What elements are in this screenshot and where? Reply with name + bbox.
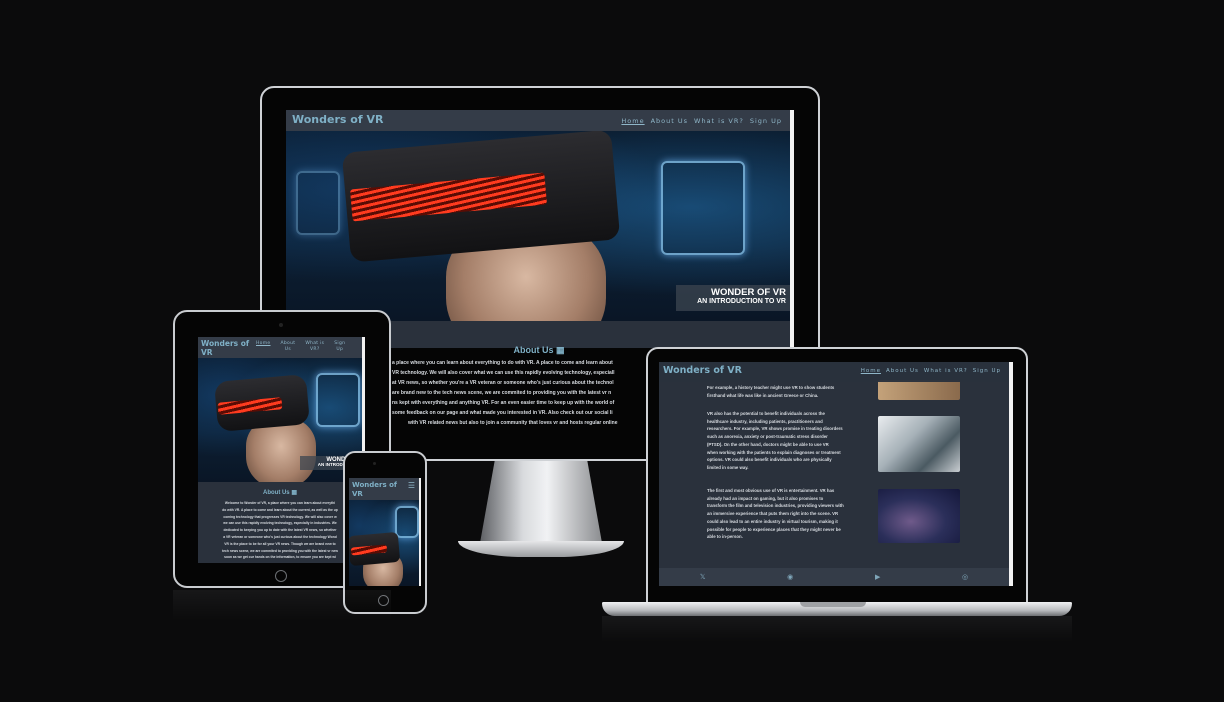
nav-what-is-vr[interactable]: What is VR?	[305, 341, 324, 353]
entertainment-vr-image	[878, 489, 960, 543]
site-brand[interactable]: Wonders of VR	[292, 113, 383, 126]
healthcare-vr-image	[878, 416, 960, 472]
about-text: Welcome to Wonder of VR, a place where y…	[222, 501, 338, 560]
scrollbar[interactable]	[419, 478, 421, 586]
nav-home[interactable]: Home	[621, 117, 644, 125]
nav-sign-up[interactable]: Sign Up	[750, 117, 782, 125]
about-heading: About Us ▦	[262, 490, 297, 496]
classroom-vr-image	[878, 380, 960, 400]
site-brand[interactable]: Wonders of VR	[663, 365, 742, 376]
discord-icon[interactable]: ◉	[787, 573, 793, 581]
navbar: Wonders of VR ☰	[349, 478, 419, 500]
about-text-desktop: a place where you can learn about everyt…	[392, 360, 618, 426]
hero-image	[349, 500, 419, 586]
vr-headset-icon: ▦	[556, 345, 565, 355]
laptop-paragraph-3: The first and most obvious use of VR is …	[707, 488, 844, 540]
laptop-paragraph-1: For example, a history teacher might use…	[707, 385, 835, 398]
social-links: 𝕏 ◉ ▶ ◎	[659, 573, 1009, 581]
nav-links: Home About Us What is VR? Sign Up	[861, 368, 1001, 374]
nav-about[interactable]: About Us	[281, 341, 296, 353]
monitor-base	[458, 541, 624, 557]
scrollbar[interactable]	[1009, 362, 1013, 586]
reflection	[602, 616, 1072, 642]
phone-site: Wonders of VR ☰	[349, 478, 419, 586]
tablet-site: Wonders of VR Home About Us What is VR? Si…	[198, 337, 362, 563]
navbar: Wonders of VR Home About Us What is VR? …	[659, 362, 1009, 382]
nav-home[interactable]: Home	[861, 368, 881, 374]
nav-about[interactable]: About Us	[886, 368, 919, 374]
hero-caption-title: WONDER OF VR	[711, 287, 786, 298]
neon-sign	[395, 506, 419, 538]
monitor-stand	[480, 461, 602, 543]
scrollbar[interactable]	[790, 110, 794, 348]
site-brand[interactable]: Wonders of VR	[201, 339, 249, 357]
nav-what-is-vr[interactable]: What is VR?	[694, 117, 744, 125]
tablet-camera	[279, 323, 283, 327]
navbar: Wonders of VR Home About Us What is VR? Si…	[198, 337, 362, 358]
reflection	[173, 590, 391, 620]
nav-about[interactable]: About Us	[651, 117, 688, 125]
laptop-site: For example, a history teacher might use…	[659, 362, 1009, 586]
navbar: Wonders of VR Home About Us What is VR? …	[286, 110, 792, 131]
tablet-home-button	[275, 570, 287, 582]
neon-sign-left	[296, 171, 340, 235]
neon-sign	[661, 161, 745, 255]
hero-caption-subtitle: AN INTRODUCTION TO VR	[697, 297, 786, 305]
hero-image: WONDER O AN INTRODUCTION	[198, 358, 362, 482]
site-brand[interactable]: Wonders of VR	[352, 481, 397, 499]
laptop-paragraph-2: VR also has the potential to benefit ind…	[707, 411, 843, 470]
phone-camera	[373, 462, 376, 465]
nav-links: Home About Us What is VR? Sign Up	[256, 341, 345, 353]
x-icon[interactable]: 𝕏	[700, 573, 706, 581]
instagram-icon[interactable]: ◎	[962, 573, 968, 581]
nav-links: Home About Us What is VR? Sign Up	[621, 117, 782, 125]
nav-sign-up[interactable]: Sign Up	[334, 341, 345, 353]
footer: 𝕏 ◉ ▶ ◎	[659, 568, 1009, 586]
youtube-icon[interactable]: ▶	[875, 573, 880, 581]
hero-image: WONDER OF VR AN INTRODUCTION TO VR	[286, 131, 792, 321]
laptop-notch	[800, 602, 866, 607]
vr-headset-icon: ▦	[291, 490, 297, 496]
nav-home[interactable]: Home	[256, 341, 271, 353]
hamburger-icon[interactable]: ☰	[408, 481, 415, 490]
nav-sign-up[interactable]: Sign Up	[973, 368, 1001, 374]
neon-sign	[316, 373, 360, 427]
hero-caption: WONDER OF VR AN INTRODUCTION TO VR	[676, 285, 790, 311]
nav-what-is-vr[interactable]: What is VR?	[924, 368, 968, 374]
